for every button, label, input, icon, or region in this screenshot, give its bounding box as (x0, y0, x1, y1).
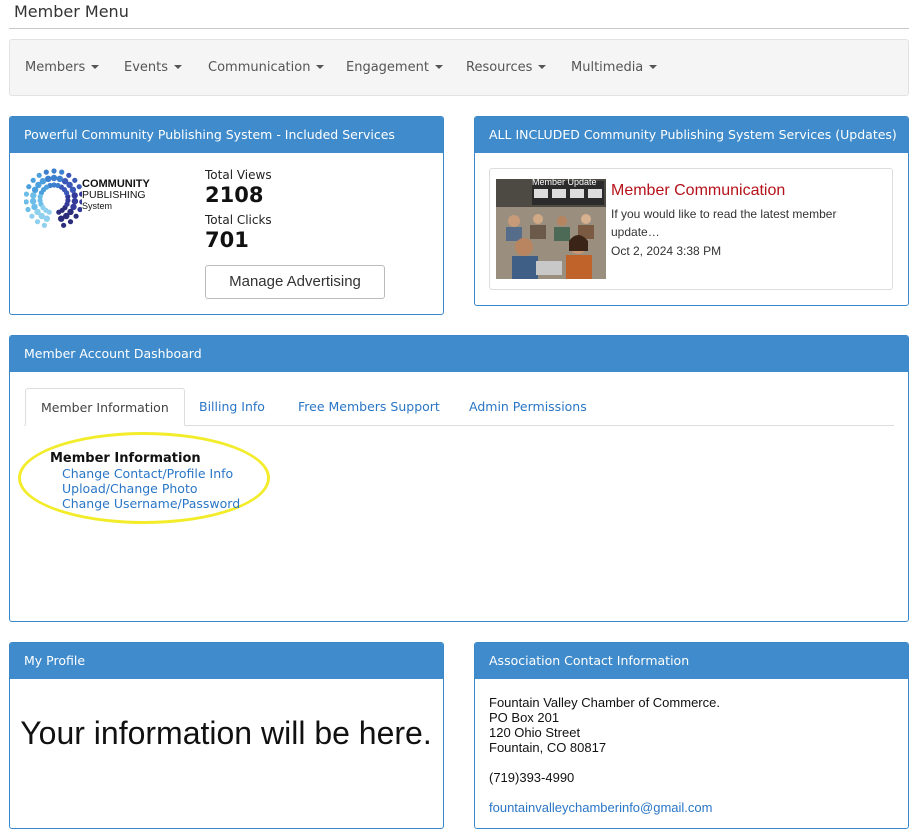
logo-line-2: PUBLISHING (82, 189, 146, 201)
caret-down-icon (91, 64, 100, 69)
profile-panel: My Profile Your information will be here… (9, 642, 444, 829)
update-excerpt: If you would like to read the latest mem… (611, 207, 837, 239)
nav-engagement[interactable]: Engagement (346, 60, 443, 75)
dashboard-panel: Member Account Dashboard Member Informat… (9, 335, 909, 622)
tab-free-members-support[interactable]: Free Members Support (283, 388, 455, 426)
contact-po-box: PO Box 201 (489, 710, 560, 725)
logo-burst-icon (23, 168, 85, 228)
caret-down-icon (316, 64, 325, 69)
change-username-password-link[interactable]: Change Username/Password (50, 496, 240, 511)
nav-members-label: Members (25, 60, 86, 75)
services-panel-title: Powerful Community Publishing System - I… (10, 117, 443, 153)
contact-org-name: Fountain Valley Chamber of Commerce. (489, 695, 720, 710)
change-contact-profile-link[interactable]: Change Contact/Profile Info (50, 466, 240, 481)
nav-engagement-label: Engagement (346, 60, 429, 75)
contact-phone: (719)393-4990 (489, 770, 575, 785)
classroom-photo-icon (496, 179, 606, 279)
update-card[interactable]: Member Update Member Communication If yo… (489, 168, 893, 290)
nav-communication-label: Communication (208, 60, 311, 75)
profile-panel-title: My Profile (10, 643, 443, 679)
update-title-link[interactable]: Member Communication (611, 182, 785, 200)
caret-down-icon (538, 64, 547, 69)
nav-resources[interactable]: Resources (466, 60, 547, 75)
updates-panel-title: ALL INCLUDED Community Publishing System… (475, 117, 908, 153)
contact-panel: Association Contact Information Fountain… (474, 642, 909, 829)
nav-members[interactable]: Members (25, 60, 100, 75)
caret-down-icon (434, 64, 443, 69)
services-panel: Powerful Community Publishing System - I… (9, 116, 444, 315)
total-views-value: 2108 (205, 183, 264, 207)
tab-admin-permissions[interactable]: Admin Permissions (454, 388, 602, 426)
nav-multimedia[interactable]: Multimedia (571, 60, 658, 75)
community-publishing-logo: COMMUNITY PUBLISHING System (23, 163, 154, 235)
contact-details: Fountain Valley Chamber of Commerce. PO … (489, 695, 720, 815)
nav-communication[interactable]: Communication (208, 60, 325, 75)
update-date: Oct 2, 2024 3:38 PM (611, 244, 722, 258)
caret-down-icon (174, 64, 183, 69)
member-info-heading: Member Information (50, 451, 201, 466)
manage-advertising-button[interactable]: Manage Advertising (205, 265, 385, 299)
update-thumbnail[interactable]: Member Update (496, 179, 606, 279)
total-views-label: Total Views (205, 168, 272, 182)
profile-placeholder-message: Your information will be here. (20, 715, 432, 751)
dashboard-panel-title: Member Account Dashboard (10, 336, 908, 372)
member-info-section: Member Information Change Contact/Profil… (50, 451, 240, 511)
title-divider (9, 28, 909, 29)
updates-panel: ALL INCLUDED Community Publishing System… (474, 116, 909, 306)
contact-panel-title: Association Contact Information (475, 643, 908, 679)
logo-text: COMMUNITY PUBLISHING System (82, 179, 150, 212)
main-navbar: Members Events Communication Engagement … (9, 39, 909, 96)
total-clicks-label: Total Clicks (205, 213, 272, 227)
contact-city: Fountain, CO 80817 (489, 740, 607, 755)
total-clicks-value: 701 (205, 228, 249, 252)
logo-line-3: System (82, 201, 113, 211)
contact-street: 120 Ohio Street (489, 725, 581, 740)
upload-change-photo-link[interactable]: Upload/Change Photo (50, 481, 240, 496)
caret-down-icon (649, 64, 658, 69)
page-title: Member Menu (14, 2, 129, 21)
tab-billing-info[interactable]: Billing Info (184, 388, 280, 426)
contact-email-link[interactable]: fountainvalleychamberinfo@gmail.com (489, 800, 712, 815)
tab-member-information[interactable]: Member Information (25, 388, 185, 426)
thumbnail-caption: Member Update (532, 179, 597, 187)
nav-events-label: Events (124, 60, 169, 75)
nav-resources-label: Resources (466, 60, 533, 75)
nav-multimedia-label: Multimedia (571, 60, 644, 75)
nav-events[interactable]: Events (124, 60, 183, 75)
